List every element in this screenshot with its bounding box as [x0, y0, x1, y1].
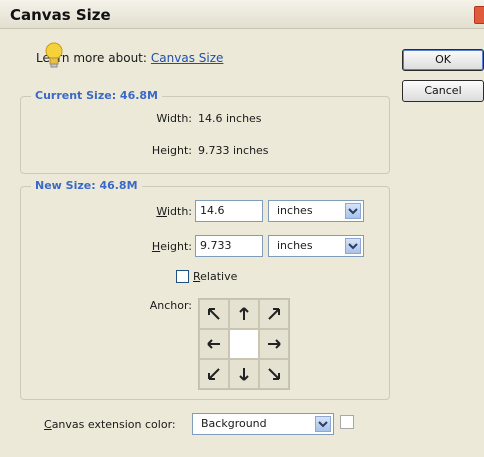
current-height-label: Height: — [151, 144, 192, 157]
anchor-grid — [198, 298, 290, 390]
lightbulb-icon — [44, 42, 64, 73]
anchor-top-right[interactable] — [259, 299, 289, 329]
extension-color-value: Background — [201, 417, 267, 430]
height-unit-value: inches — [277, 239, 313, 252]
anchor-left[interactable] — [199, 329, 229, 359]
chevron-down-icon[interactable] — [315, 416, 331, 432]
anchor-top-left[interactable] — [199, 299, 229, 329]
arrow-up-icon — [239, 307, 249, 320]
arrow-left-icon — [207, 339, 220, 349]
extension-label-rest: anvas extension color: — [51, 418, 176, 431]
arrow-down-left-icon — [208, 368, 220, 380]
anchor-bottom[interactable] — [229, 359, 259, 389]
anchor-bottom-right[interactable] — [259, 359, 289, 389]
height-mnemonic: H — [151, 240, 161, 253]
canvas-size-help-link[interactable]: Canvas Size — [151, 51, 224, 65]
anchor-bottom-left[interactable] — [199, 359, 229, 389]
dialog-title: Canvas Size — [10, 6, 111, 24]
width-unit-select[interactable]: inches — [268, 200, 364, 222]
chevron-down-icon[interactable] — [345, 238, 361, 254]
ok-button[interactable]: OK — [402, 49, 484, 71]
current-height-value: 9.733 inches — [198, 144, 269, 157]
arrow-up-left-icon — [208, 308, 220, 320]
width-mnemonic: W — [156, 205, 167, 218]
new-width-label: Width: — [72, 205, 192, 218]
current-width-label: Width: — [156, 112, 192, 125]
anchor-right[interactable] — [259, 329, 289, 359]
relative-checkbox[interactable] — [176, 270, 189, 283]
anchor-top[interactable] — [229, 299, 259, 329]
anchor-label: Anchor: — [149, 299, 192, 312]
extension-color-select[interactable]: Background — [192, 413, 334, 435]
relative-label-rest: elative — [200, 270, 238, 283]
extension-mnemonic: C — [44, 418, 52, 431]
height-input[interactable]: 9.733 — [195, 235, 263, 257]
current-size-group: Current Size: 46.8M — [20, 89, 390, 174]
extension-color-label: Canvas extension color: — [44, 418, 176, 431]
arrow-down-icon — [239, 368, 249, 381]
learn-more-row: Learn more about: Canvas Size — [36, 42, 224, 68]
height-unit-select[interactable]: inches — [268, 235, 364, 257]
arrow-right-icon — [268, 339, 281, 349]
current-size-title: Current Size: 46.8M — [31, 89, 163, 102]
close-icon[interactable] — [474, 6, 484, 24]
new-size-title: New Size: 46.8M — [31, 179, 142, 192]
current-width-value: 14.6 inches — [198, 112, 262, 125]
new-height-label: Height: — [72, 240, 192, 253]
width-unit-value: inches — [277, 204, 313, 217]
arrow-up-right-icon — [268, 308, 280, 320]
anchor-center[interactable] — [229, 329, 259, 359]
height-label-rest: eight: — [160, 240, 192, 253]
extension-color-swatch[interactable] — [340, 415, 354, 429]
width-input[interactable]: 14.6 — [195, 200, 263, 222]
title-bar: Canvas Size — [0, 0, 484, 29]
arrow-down-right-icon — [268, 368, 280, 380]
cancel-button[interactable]: Cancel — [402, 80, 484, 102]
width-label-rest: idth: — [166, 205, 192, 218]
relative-label[interactable]: Relative — [193, 270, 237, 283]
chevron-down-icon[interactable] — [345, 203, 361, 219]
